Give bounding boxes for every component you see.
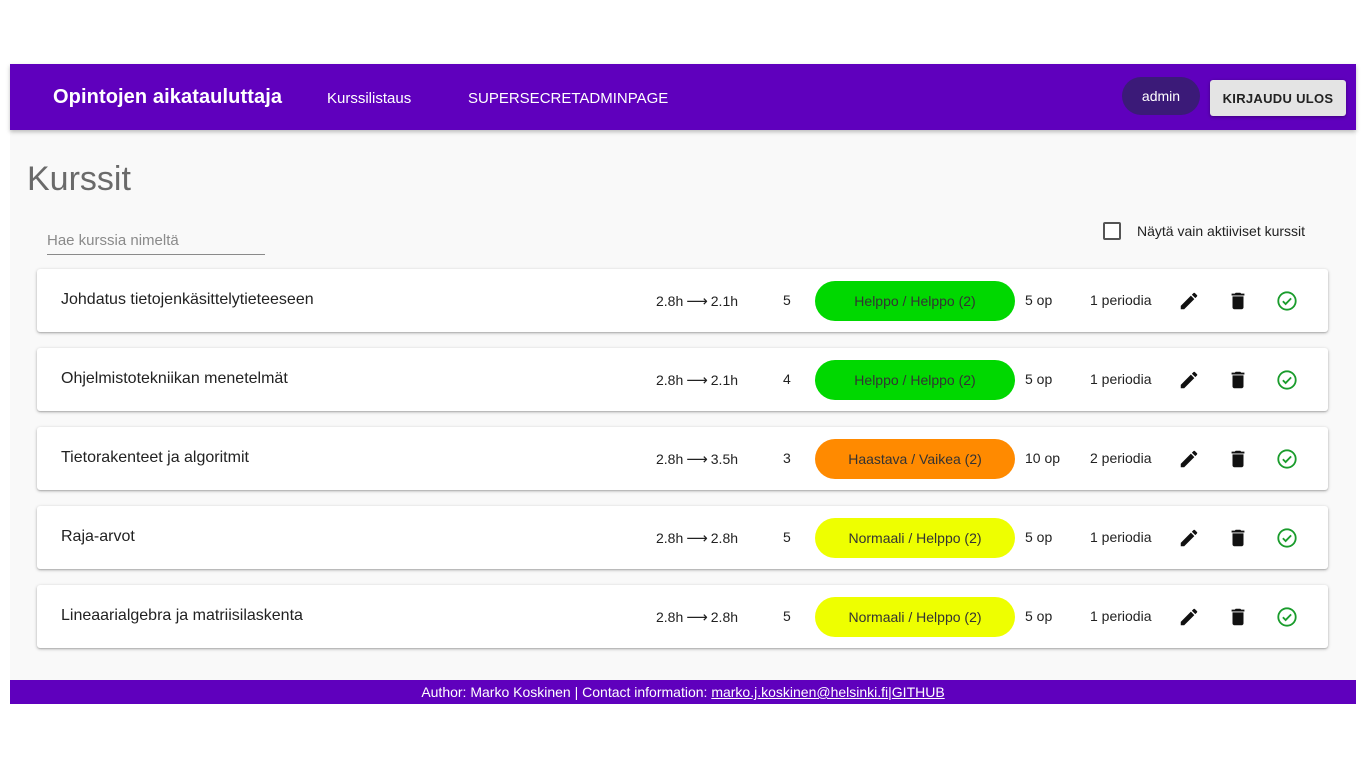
active-courses-filter[interactable]: Näytä vain aktiiviset kurssit: [1103, 221, 1305, 241]
check-circle-icon: [1276, 448, 1298, 470]
arrow-right-icon: ⟶: [686, 451, 708, 468]
trash-icon: [1227, 527, 1249, 549]
toggle-active-button[interactable]: [1275, 447, 1299, 471]
footer-author-text: Author: Marko Koskinen | Contact informa…: [421, 684, 708, 700]
trash-icon: [1227, 448, 1249, 470]
toggle-active-button[interactable]: [1275, 289, 1299, 313]
hours-from: 2.8h: [656, 451, 684, 467]
delete-course-button[interactable]: [1226, 447, 1250, 471]
course-name[interactable]: Johdatus tietojenkäsittelytieteeseen: [61, 291, 314, 309]
course-periods: 1 periodia: [1090, 371, 1152, 387]
hours-to: 2.8h: [710, 609, 739, 625]
course-periods: 1 periodia: [1090, 608, 1152, 624]
delete-course-button[interactable]: [1226, 368, 1250, 392]
difficulty-badge: Normaali / Helppo (2): [815, 597, 1015, 637]
course-hours: 2.8h ⟶ 2.1h: [656, 292, 738, 310]
course-hours: 2.8h ⟶ 2.8h: [656, 608, 738, 626]
check-circle-icon: [1276, 290, 1298, 312]
pencil-icon: [1178, 290, 1200, 312]
difficulty-badge: Helppo / Helppo (2): [815, 360, 1015, 400]
arrow-right-icon: ⟶: [686, 293, 708, 310]
app-root: Opintojen aikatauluttaja Kurssilistaus S…: [10, 64, 1356, 704]
difficulty-badge: Normaali / Helppo (2): [815, 518, 1015, 558]
course-rating: 5: [783, 529, 791, 545]
arrow-right-icon: ⟶: [686, 530, 708, 547]
course-credits: 5 op: [1025, 292, 1053, 308]
course-hours: 2.8h ⟶ 3.5h: [656, 450, 738, 468]
pencil-icon: [1178, 606, 1200, 628]
check-circle-icon: [1276, 527, 1298, 549]
trash-icon: [1227, 369, 1249, 391]
delete-course-button[interactable]: [1226, 289, 1250, 313]
course-card: Ohjelmistotekniikan menetelmät 2.8h ⟶ 2.1h 4…: [37, 348, 1328, 411]
course-credits: 5 op: [1025, 529, 1053, 545]
active-only-checkbox[interactable]: [1103, 222, 1121, 240]
course-periods: 1 periodia: [1090, 529, 1152, 545]
hours-to: 2.8h: [710, 530, 739, 546]
course-rating: 3: [783, 450, 791, 466]
course-card: Lineaarialgebra ja matriisilaskenta 2.8h ⟶…: [37, 585, 1328, 648]
footer-email-link[interactable]: marko.j.koskinen@helsinki.fi: [711, 684, 888, 700]
user-chip: admin: [1122, 77, 1200, 115]
course-name[interactable]: Raja-arvot: [61, 528, 135, 546]
trash-icon: [1227, 290, 1249, 312]
course-periods: 2 periodia: [1090, 450, 1152, 466]
difficulty-badge: Helppo / Helppo (2): [815, 281, 1015, 321]
edit-course-button[interactable]: [1177, 526, 1201, 550]
course-credits: 10 op: [1025, 450, 1061, 466]
hours-from: 2.8h: [656, 293, 684, 309]
hours-from: 2.8h: [656, 530, 684, 546]
hours-to: 3.5h: [710, 451, 739, 467]
check-circle-icon: [1276, 606, 1298, 628]
course-rating: 4: [783, 371, 791, 387]
hours-to: 2.1h: [710, 372, 739, 388]
course-name[interactable]: Ohjelmistotekniikan menetelmät: [61, 370, 288, 388]
delete-course-button[interactable]: [1226, 526, 1250, 550]
hours-from: 2.8h: [656, 609, 684, 625]
edit-course-button[interactable]: [1177, 605, 1201, 629]
edit-course-button[interactable]: [1177, 447, 1201, 471]
course-card: Raja-arvot 2.8h ⟶ 2.8h 5 Normaali / Helppo (2…: [37, 506, 1328, 569]
course-credits: 5 op: [1025, 371, 1053, 387]
trash-icon: [1227, 606, 1249, 628]
page-title: Kurssit: [27, 160, 131, 198]
course-card: Johdatus tietojenkäsittelytieteeseen 2.8h…: [37, 269, 1328, 332]
pencil-icon: [1178, 448, 1200, 470]
course-name[interactable]: Tietorakenteet ja algoritmit: [61, 449, 249, 467]
course-rating: 5: [783, 608, 791, 624]
edit-course-button[interactable]: [1177, 368, 1201, 392]
toggle-active-button[interactable]: [1275, 368, 1299, 392]
nav-course-list[interactable]: Kurssilistaus: [327, 90, 411, 107]
hours-from: 2.8h: [656, 372, 684, 388]
delete-course-button[interactable]: [1226, 605, 1250, 629]
logout-button[interactable]: KIRJAUDU ULOS: [1210, 80, 1346, 116]
pencil-icon: [1178, 369, 1200, 391]
difficulty-badge: Haastava / Vaikea (2): [815, 439, 1015, 479]
course-search-input[interactable]: [47, 226, 265, 255]
footer-github-link[interactable]: GITHUB: [892, 684, 945, 700]
course-hours: 2.8h ⟶ 2.1h: [656, 371, 738, 389]
course-card: Tietorakenteet ja algoritmit 2.8h ⟶ 3.5h 3 Ha…: [37, 427, 1328, 490]
active-only-label: Näytä vain aktiiviset kurssit: [1137, 223, 1306, 239]
app-brand[interactable]: Opintojen aikatauluttaja: [53, 86, 282, 109]
hours-to: 2.1h: [710, 293, 739, 309]
arrow-right-icon: ⟶: [686, 372, 708, 389]
pencil-icon: [1178, 527, 1200, 549]
toggle-active-button[interactable]: [1275, 605, 1299, 629]
course-credits: 5 op: [1025, 608, 1053, 624]
edit-course-button[interactable]: [1177, 289, 1201, 313]
toggle-active-button[interactable]: [1275, 526, 1299, 550]
nav-admin-page[interactable]: SUPERSECRETADMINPAGE: [468, 90, 668, 107]
arrow-right-icon: ⟶: [686, 609, 708, 626]
course-hours: 2.8h ⟶ 2.8h: [656, 529, 738, 547]
course-name[interactable]: Lineaarialgebra ja matriisilaskenta: [61, 607, 303, 625]
course-rating: 5: [783, 292, 791, 308]
check-circle-icon: [1276, 369, 1298, 391]
footer: Author: Marko Koskinen | Contact informa…: [10, 680, 1356, 704]
app-bar: Opintojen aikatauluttaja Kurssilistaus S…: [10, 64, 1356, 130]
course-periods: 1 periodia: [1090, 292, 1152, 308]
